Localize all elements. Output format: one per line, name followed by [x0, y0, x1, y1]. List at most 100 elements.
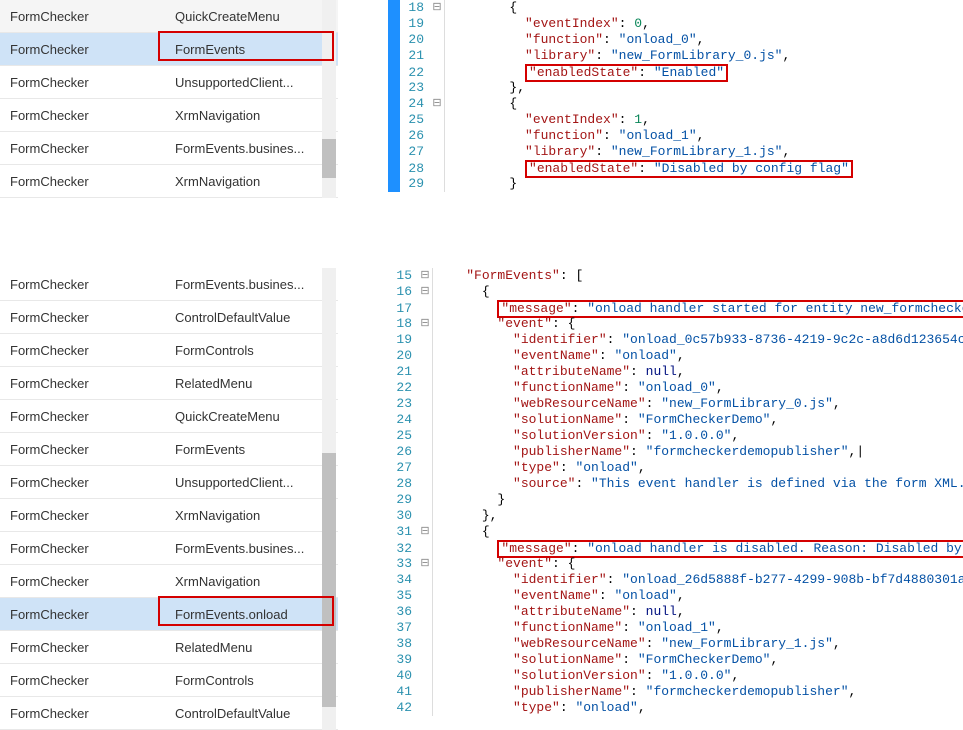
line-number: 36: [388, 604, 418, 620]
list-row[interactable]: FormCheckerFormEvents.busines...: [0, 532, 338, 565]
list-row[interactable]: FormCheckerQuickCreateMenu: [0, 0, 338, 33]
list-cell-source: FormChecker: [0, 9, 165, 24]
event-list-top: FormCheckerQuickCreateMenuFormCheckerFor…: [0, 0, 338, 198]
code-line[interactable]: 18⊟ "event": {: [388, 316, 963, 332]
code-line[interactable]: 37 "functionName": "onload_1",: [388, 620, 963, 636]
list-row[interactable]: FormCheckerFormEvents.busines...: [0, 268, 338, 301]
fold-toggle[interactable]: ⊟: [418, 316, 432, 332]
code-line[interactable]: 42 "type": "onload",: [388, 700, 963, 716]
code-line[interactable]: 27 "type": "onload",: [388, 460, 963, 476]
list-cell-source: FormChecker: [0, 310, 165, 325]
fold-toggle: [418, 684, 432, 700]
list-row[interactable]: FormCheckerFormEvents: [0, 433, 338, 466]
line-number: 39: [388, 652, 418, 668]
list-cell-event: XrmNavigation: [165, 108, 338, 123]
line-number: 21: [400, 48, 430, 64]
list-cell-source: FormChecker: [0, 141, 165, 156]
list-row[interactable]: FormCheckerControlDefaultValue: [0, 697, 338, 730]
code-line[interactable]: 35 "eventName": "onload",: [388, 588, 963, 604]
list-row[interactable]: FormCheckerXrmNavigation: [0, 99, 338, 132]
fold-toggle[interactable]: ⊟: [430, 0, 444, 16]
code-line[interactable]: 36 "attributeName": null,: [388, 604, 963, 620]
code-line[interactable]: 30 },: [388, 508, 963, 524]
fold-toggle[interactable]: ⊟: [430, 96, 444, 112]
code-line[interactable]: 23 },: [388, 80, 963, 96]
list-cell-event: UnsupportedClient...: [165, 475, 338, 490]
code-line[interactable]: 26 "function": "onload_1",: [388, 128, 963, 144]
list-cell-event: RelatedMenu: [165, 640, 338, 655]
code-line[interactable]: 29 }: [388, 176, 963, 192]
list-row[interactable]: FormCheckerRelatedMenu: [0, 631, 338, 664]
line-number: 18: [388, 316, 418, 332]
fold-toggle: [418, 668, 432, 684]
code-line[interactable]: 24 "solutionName": "FormCheckerDemo",: [388, 412, 963, 428]
list-row[interactable]: FormCheckerFormEvents: [0, 33, 338, 66]
code-line[interactable]: 27 "library": "new_FormLibrary_1.js",: [388, 144, 963, 160]
scrollbar-thumb[interactable]: [322, 139, 336, 179]
list-row[interactable]: FormCheckerFormEvents.onload: [0, 598, 338, 631]
code-line[interactable]: 28 "source": "This event handler is defi…: [388, 476, 963, 492]
code-line[interactable]: 15⊟ "FormEvents": [: [388, 268, 963, 284]
list-row[interactable]: FormCheckerXrmNavigation: [0, 165, 338, 198]
list-row[interactable]: FormCheckerFormControls: [0, 664, 338, 697]
line-number: 30: [388, 508, 418, 524]
list-row[interactable]: FormCheckerRelatedMenu: [0, 367, 338, 400]
fold-toggle[interactable]: ⊟: [418, 556, 432, 572]
line-number: 24: [400, 96, 430, 112]
fold-toggle[interactable]: ⊟: [418, 268, 432, 284]
code-line[interactable]: 38 "webResourceName": "new_FormLibrary_1…: [388, 636, 963, 652]
fold-toggle: [430, 32, 444, 48]
fold-toggle: [418, 364, 432, 380]
list-cell-source: FormChecker: [0, 640, 165, 655]
list-cell-source: FormChecker: [0, 706, 165, 721]
code-line[interactable]: 25 "eventIndex": 1,: [388, 112, 963, 128]
scrollbar-thumb[interactable]: [322, 453, 336, 707]
code-line[interactable]: 22 "enabledState": "Enabled": [388, 64, 963, 80]
list-cell-event: XrmNavigation: [165, 508, 338, 523]
code-line[interactable]: 26 "publisherName": "formcheckerdemopubl…: [388, 444, 963, 460]
code-line[interactable]: 21 "library": "new_FormLibrary_0.js",: [388, 48, 963, 64]
code-line[interactable]: 41 "publisherName": "formcheckerdemopubl…: [388, 684, 963, 700]
list-row[interactable]: FormCheckerUnsupportedClient...: [0, 466, 338, 499]
code-line[interactable]: 29 }: [388, 492, 963, 508]
code-line[interactable]: 31⊟ {: [388, 524, 963, 540]
list-cell-source: FormChecker: [0, 277, 165, 292]
code-line[interactable]: 28 "enabledState": "Disabled by config f…: [388, 160, 963, 176]
scrollbar[interactable]: [322, 0, 336, 198]
list-row[interactable]: FormCheckerQuickCreateMenu: [0, 400, 338, 433]
code-line[interactable]: 17 "message": "onload handler started fo…: [388, 300, 963, 316]
fold-toggle: [418, 508, 432, 524]
line-number: 31: [388, 524, 418, 540]
code-line[interactable]: 34 "identifier": "onload_26d5888f-b277-4…: [388, 572, 963, 588]
list-row[interactable]: FormCheckerXrmNavigation: [0, 565, 338, 598]
code-line[interactable]: 40 "solutionVersion": "1.0.0.0",: [388, 668, 963, 684]
code-line[interactable]: 20 "eventName": "onload",: [388, 348, 963, 364]
scrollbar[interactable]: [322, 268, 336, 730]
code-line[interactable]: 33⊟ "event": {: [388, 556, 963, 572]
list-cell-source: FormChecker: [0, 75, 165, 90]
code-line[interactable]: 19 "eventIndex": 0,: [388, 16, 963, 32]
code-line[interactable]: 23 "webResourceName": "new_FormLibrary_0…: [388, 396, 963, 412]
code-line[interactable]: 39 "solutionName": "FormCheckerDemo",: [388, 652, 963, 668]
code-line[interactable]: 22 "functionName": "onload_0",: [388, 380, 963, 396]
code-line[interactable]: 18⊟ {: [388, 0, 963, 16]
list-row[interactable]: FormCheckerFormControls: [0, 334, 338, 367]
code-editor-bottom[interactable]: 15⊟ "FormEvents": [16⊟ {17 "message": "o…: [388, 268, 963, 716]
code-line[interactable]: 25 "solutionVersion": "1.0.0.0",: [388, 428, 963, 444]
list-row[interactable]: FormCheckerFormEvents.busines...: [0, 132, 338, 165]
list-row[interactable]: FormCheckerControlDefaultValue: [0, 301, 338, 334]
code-line[interactable]: 24⊟ {: [388, 96, 963, 112]
code-editor-top[interactable]: 18⊟ {19 "eventIndex": 0,20 "function": "…: [388, 0, 963, 192]
code-line[interactable]: 19 "identifier": "onload_0c57b933-8736-4…: [388, 332, 963, 348]
fold-toggle: [418, 604, 432, 620]
code-line[interactable]: 16⊟ {: [388, 284, 963, 300]
code-line[interactable]: 21 "attributeName": null,: [388, 364, 963, 380]
code-line[interactable]: 32 "message": "onload handler is disable…: [388, 540, 963, 556]
line-number: 19: [388, 332, 418, 348]
list-row[interactable]: FormCheckerUnsupportedClient...: [0, 66, 338, 99]
fold-toggle[interactable]: ⊟: [418, 284, 432, 300]
fold-toggle[interactable]: ⊟: [418, 524, 432, 540]
list-cell-source: FormChecker: [0, 42, 165, 57]
code-line[interactable]: 20 "function": "onload_0",: [388, 32, 963, 48]
list-row[interactable]: FormCheckerXrmNavigation: [0, 499, 338, 532]
